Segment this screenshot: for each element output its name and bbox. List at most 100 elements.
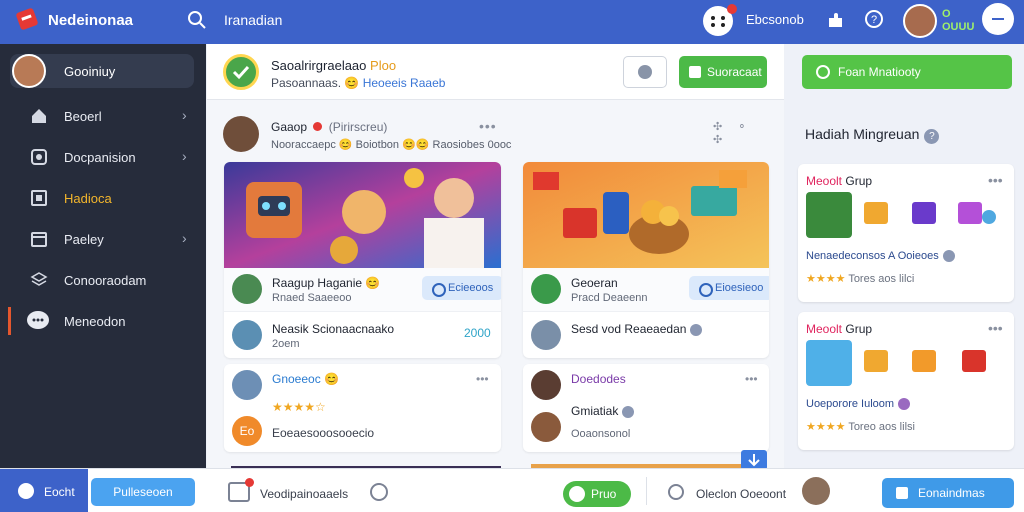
sidebar-item-paeley[interactable]: Paeley › [0,223,206,255]
info-icon [942,250,955,263]
reward-card[interactable]: Meoolt Grup ••• Nenaedeconsos A Ooieoes … [798,164,1014,302]
more-options-icon[interactable]: ••• [988,172,1003,188]
list-item-subtitle: 2oem [272,338,300,350]
sidebar-item-hadioca[interactable]: Hadioca [0,182,206,214]
news-icon[interactable] [228,478,254,502]
emoji-icon[interactable] [370,483,388,501]
gift-icon [958,202,982,224]
list-item-subtitle: Rnaed Saaeeoo [272,292,352,304]
list-item-title: Doedodes [571,372,626,386]
sidebar: Gooiniuy Beoerl › Docpanision › Hadioca … [0,44,206,468]
gift-icon [864,350,888,372]
puzzle-icon[interactable] [826,10,846,30]
scroll-down-button[interactable] [741,450,767,468]
support-button[interactable]: Suoracaat [679,56,767,88]
post-author: Gaaop (Pirirscreu) [271,120,388,134]
reward-card[interactable]: Meoolt Grup ••• Uoeporore Iuloom ★★★★ To… [798,312,1014,450]
list-item-title: Gmiatiak [571,404,635,418]
sidebar-item-label: Docpanision [64,150,136,165]
info-icon[interactable]: ? [864,9,884,29]
sidebar-item-docs[interactable]: Docpanision › [0,141,206,173]
app-logo-icon[interactable] [16,8,38,30]
list-item-title: Eoeaesooosooecio [272,426,375,440]
feed-card[interactable]: Gnoeeoc 😊 ••• ★★★★☆ Eo Eoeaesooosooecio [224,364,501,452]
post-meta: Nooraccaepc 😊 Boiotbon 😊😊 Raosiobes 0ooc [271,139,512,151]
bottom-text[interactable]: Veodipainoaaels [260,487,348,501]
bottom-left-tab[interactable]: Eocht [0,469,88,512]
feed-panel: Saoalrirgraelaao Ploo Pasoannaas. 😊 Heoe… [207,44,784,468]
list-item-title: Raagup Haganie 😊 [272,276,381,290]
info-icon [898,398,911,411]
post-header: Gaaop (Pirirscreu) Nooraccaepc 😊 Boiotbo… [223,116,768,152]
avatar[interactable] [223,116,259,152]
right-panel: Foan Mnatiooty Hadiah Mingreuan? Meoolt … [785,44,1024,468]
circle-icon [18,483,34,499]
more-options-icon[interactable]: ••• [988,320,1003,336]
dice-icon[interactable] [703,4,737,36]
feed-card[interactable]: Doedodes ••• Gmiatiak Ooaonsonol [523,364,769,452]
svg-text:?: ? [871,14,877,26]
sidebar-item-label: Conooraodam [64,273,147,288]
feed-card[interactable]: Raagup Haganie 😊 Rnaed Saaeeoo Ecieeoos … [224,162,501,358]
sidebar-item-home[interactable]: Beoerl › [0,100,206,132]
sidebar-item-conooraodam[interactable]: Conooraodam [0,264,206,296]
action-button[interactable]: Eonaindmas [882,478,1014,508]
list-item[interactable]: Sesd vod Reaeaedan [523,314,769,358]
search-icon[interactable] [186,9,208,31]
menu-icon[interactable] [982,3,1014,35]
home-icon [32,109,46,123]
more-options-icon[interactable]: ••• [479,118,497,134]
sidebar-item-label: Hadioca [64,191,112,206]
avatar [531,412,561,442]
gift-icon [982,210,996,224]
feed-header: Saoalrirgraelaao Ploo Pasoannaas. 😊 Heoe… [207,44,784,100]
notification-badge [727,4,737,14]
top-label[interactable]: Ebcsonob [746,12,804,27]
search-icon[interactable] [668,484,684,500]
more-options-icon[interactable]: ••• [476,372,489,386]
feed-card[interactable]: Geoeran Pracd Deaeenn Eioesieoo Sesd vod… [523,162,769,358]
search-input[interactable]: Iranadian [224,12,282,28]
help-icon[interactable]: ? [924,129,940,144]
pro-button[interactable]: Pruo [563,481,631,507]
reward-thumbnail [806,192,852,238]
list-item[interactable]: Neasik Scionaacnaako 2oem 2000 [224,314,501,358]
chat-button[interactable] [623,56,667,88]
list-item-title: Geoeran [571,276,618,290]
list-item-subtitle: Ooaonsonol [571,428,631,440]
verified-check-icon [223,54,259,90]
publish-button[interactable]: Pulleseoen [91,478,195,506]
top-bar: Nedeinonaa Iranadian Ebcsonob ? O OUUU [0,0,1024,44]
action-pill-button[interactable]: Ecieeoos [422,276,501,300]
action-pill-button[interactable]: Eioesieoo [689,276,769,300]
list-item-title: Sesd vod Reaeaedan [571,322,703,336]
box-icon [31,190,47,206]
rating-stars: ★★★★ Tores aos lilci [806,273,915,285]
list-item-subtitle: Pracd Deaeenn [571,292,648,304]
avatar [232,320,262,350]
list-item[interactable]: Gnoeeoc 😊 ••• [224,364,501,408]
sidebar-item-meneodon[interactable]: Meneodon [0,305,206,337]
list-item[interactable]: Geoeran Pracd Deaeenn Eioesieoo [523,268,769,312]
bottom-text[interactable]: Oleclon Ooeoont [696,487,786,501]
user-avatar[interactable] [903,4,937,38]
rating-stars: ★★★★☆ [272,400,326,414]
list-item[interactable]: Doedodes ••• [523,364,769,408]
avatar [531,320,561,350]
list-item[interactable]: Raagup Haganie 😊 Rnaed Saaeeoo Ecieeoos [224,268,501,312]
post-actions-icons[interactable]: ✣ ⚬ ✣ [713,120,768,146]
reward-description: Nenaedeconsos A Ooieoes [806,250,955,263]
reward-card-title: Meoolt Grup [806,322,873,336]
chevron-right-icon: › [182,148,187,164]
sidebar-profile[interactable]: Gooiniuy [10,54,194,88]
bottom-left-label: Eocht [44,485,75,499]
gift-icon [912,350,936,372]
gift-icon [962,350,986,372]
list-item-title: Gnoeeoc 😊 [272,372,339,386]
chat-icon [27,311,49,329]
find-button[interactable]: Foan Mnatiooty [802,55,1012,89]
avatar[interactable] [802,477,830,505]
more-options-icon[interactable]: ••• [745,372,758,386]
avatar: Eo [232,416,262,446]
avatar [531,370,561,400]
